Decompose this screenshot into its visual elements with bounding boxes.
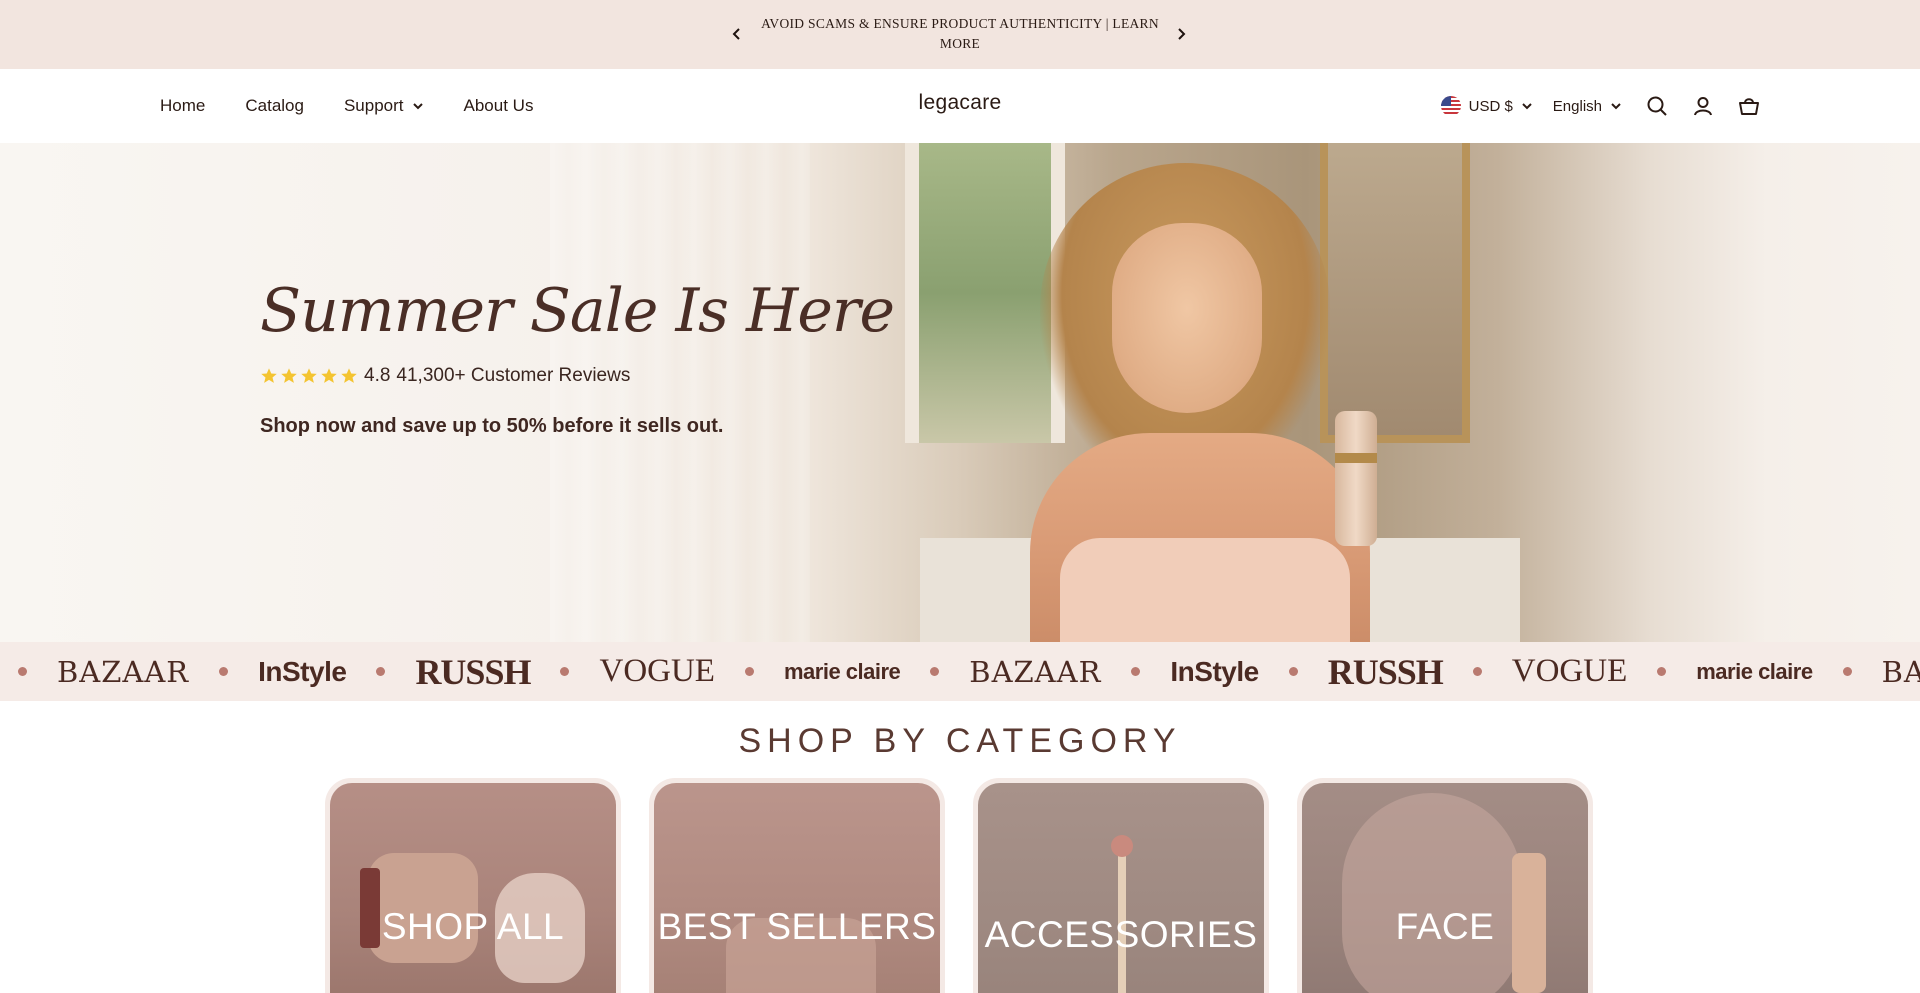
separator-dot [1657,667,1667,676]
press-logo-instyle: InStyle [258,655,347,687]
category-image: ACCESSORIES [978,783,1264,993]
brush-tip-decor [1111,835,1133,857]
category-label: SHOP ALL [381,906,565,947]
category-card-accessories[interactable]: ACCESSORIES [973,778,1269,993]
separator-dot [18,667,27,676]
press-logo-bazaar: BAZAAR [1881,654,1920,689]
press-logo-bazaar: BAZAAR [969,654,1102,689]
hero-title: Summer Sale Is Here [260,276,895,346]
currency-selector[interactable]: USD $ [1440,96,1533,116]
main-nav: Home Catalog Support About Us [160,69,533,143]
separator-dot [1472,667,1482,676]
separator-dot [560,667,570,676]
star-icon [281,368,297,383]
separator-dot [930,667,940,676]
category-label: BEST SELLERS [657,906,937,947]
separator-dot [376,667,386,676]
separator-dot [1842,667,1852,676]
chevron-down-icon [1522,103,1532,110]
rating-stars [260,367,358,385]
hero-product-band [1335,453,1377,463]
separator-dot [744,667,754,676]
press-logo-marie-claire: marie claire [783,658,901,684]
nav-about-us[interactable]: About Us [464,96,534,116]
separator-dot [219,667,229,676]
site-header: Home Catalog Support About Us legacare U… [0,69,1920,143]
category-cards: SHOP ALL BEST SELLERS ACCESSORIES FACE [325,778,1595,993]
currency-label: USD $ [1468,97,1513,115]
hero-curtain-decor [550,143,810,642]
press-logo-vogue: VOGUE [599,653,715,689]
star-icon [261,368,277,383]
announcement-bar: AVOID SCAMS & ENSURE PRODUCT AUTHENTICIT… [0,0,1920,69]
star-icon [301,368,317,383]
chevron-right-icon[interactable] [1172,25,1190,43]
announcement-message[interactable]: AVOID SCAMS & ENSURE PRODUCT AUTHENTICIT… [760,14,1160,54]
hero-banner[interactable]: Summer Sale Is Here 4.8 41,300+ Customer… [0,143,1920,642]
section-title: SHOP BY CATEGORY [738,722,1182,760]
category-image: FACE [1302,783,1588,993]
account-icon[interactable] [1692,95,1714,117]
press-logo-marie-claire: marie claire [1696,658,1813,684]
site-logo[interactable]: legacare [860,91,1060,115]
press-logo-russh: RUSSH [415,651,531,692]
category-label: ACCESSORIES [984,914,1258,955]
hero-rating: 4.8 41,300+ Customer Reviews [260,365,630,387]
category-label: FACE [1395,906,1495,947]
separator-dot [1131,667,1141,676]
chevron-down-icon [412,103,423,110]
nav-support-label: Support [343,96,404,115]
press-logo-bazaar: BAZAAR [57,654,190,689]
hero-model-top [1060,538,1350,642]
press-logo-vogue: VOGUE [1511,653,1628,689]
nav-home[interactable]: Home [160,96,205,116]
category-card-best-sellers[interactable]: BEST SELLERS [649,778,945,993]
search-icon[interactable] [1646,95,1668,117]
header-utilities: USD $ English [1440,69,1760,143]
model-face-decor [1342,793,1522,993]
nav-support[interactable]: Support [344,96,424,116]
category-card-face[interactable]: FACE [1297,778,1593,993]
cart-icon[interactable] [1738,95,1760,117]
nav-catalog-label: Catalog [245,96,304,115]
hero-model-face [1112,223,1262,413]
separator-dot [1288,667,1298,676]
star-icon [341,368,357,383]
press-logos-row: BAZAAR InStyle RUSSH VOGUE marie claire … [18,642,1920,701]
press-logos-strip: BAZAAR InStyle RUSSH VOGUE marie claire … [0,642,1920,701]
category-image: BEST SELLERS [654,783,940,993]
nav-about-label: About Us [463,96,534,115]
category-card-shop-all[interactable]: SHOP ALL [325,778,621,993]
nav-home-label: Home [160,96,206,115]
star-icon [321,368,337,383]
reviews-count: 41,300+ Customer Reviews [396,365,631,386]
press-logo-russh: RUSSH [1327,651,1444,692]
rating-value: 4.8 [364,365,391,386]
hero-product-bottle [1335,411,1377,546]
hero-subtitle: Shop now and save up to 50% before it se… [260,415,724,437]
press-logo-instyle: InStyle [1170,655,1259,687]
hero-mirror-decor [1320,143,1470,443]
language-selector[interactable]: English [1553,98,1622,115]
us-flag-icon [1440,96,1461,116]
category-image: SHOP ALL [330,783,616,993]
chevron-down-icon [1611,103,1621,110]
nav-catalog[interactable]: Catalog [245,96,304,116]
chevron-left-icon[interactable] [728,25,746,43]
language-label: English [1552,97,1602,115]
